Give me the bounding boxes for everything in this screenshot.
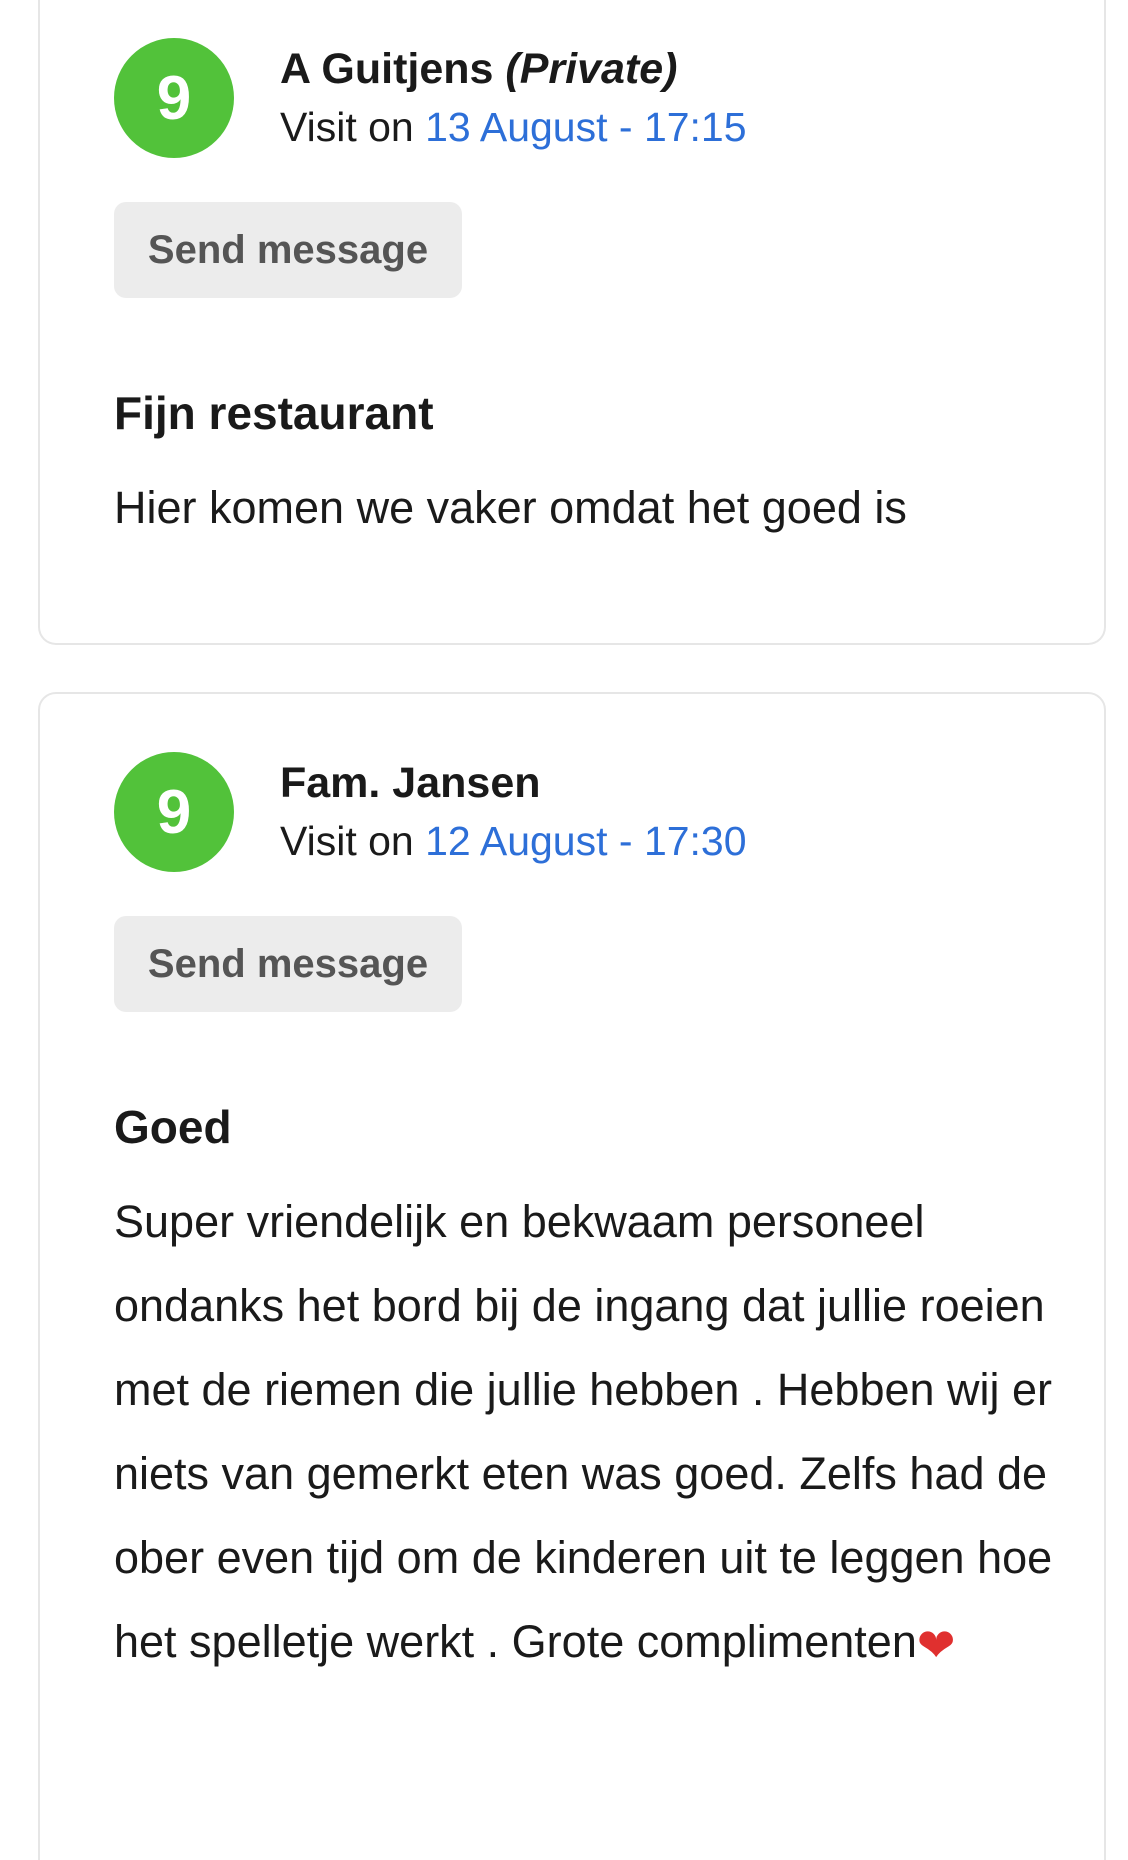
- review-body: Hier komen we vaker omdat het goed is: [114, 482, 907, 533]
- reviewer-info: Fam. Jansen Visit on 12 August - 17:30: [280, 754, 747, 870]
- score-badge: 9: [114, 38, 234, 158]
- review-header: 9 A Guitjens (Private) Visit on 13 Augus…: [114, 38, 747, 158]
- visit-line: Visit on 12 August - 17:30: [280, 812, 747, 870]
- review-card: 9 A Guitjens (Private) Visit on 13 Augus…: [38, 0, 1106, 645]
- reviewer-private-tag: (Private): [505, 45, 678, 93]
- visit-prefix: Visit on: [280, 818, 414, 864]
- heart-icon: ❤: [916, 1619, 956, 1672]
- send-message-button[interactable]: Send message: [114, 916, 462, 1012]
- send-message-button[interactable]: Send message: [114, 202, 462, 298]
- reviews-page: 9 A Guitjens (Private) Visit on 13 Augus…: [0, 0, 1128, 1860]
- reviewer-name-text: A Guitjens: [280, 45, 494, 93]
- review-title: Goed: [114, 1101, 232, 1153]
- reviewer-name-text: Fam. Jansen: [280, 759, 541, 807]
- review-card: 9 Fam. Jansen Visit on 12 August - 17:30…: [38, 692, 1106, 1860]
- visit-line: Visit on 13 August - 17:15: [280, 98, 747, 156]
- reviewer-name: Fam. Jansen: [280, 754, 747, 812]
- score-badge: 9: [114, 752, 234, 872]
- visit-date-link[interactable]: 13 August - 17:15: [425, 104, 746, 150]
- review-body: Super vriendelijk en bekwaam personeel o…: [114, 1180, 1054, 1684]
- reviewer-name: A Guitjens (Private): [280, 40, 747, 98]
- review-title: Fijn restaurant: [114, 387, 434, 439]
- reviewer-info: A Guitjens (Private) Visit on 13 August …: [280, 40, 747, 156]
- review-header: 9 Fam. Jansen Visit on 12 August - 17:30: [114, 752, 747, 872]
- visit-prefix: Visit on: [280, 104, 414, 150]
- visit-date-link[interactable]: 12 August - 17:30: [425, 818, 746, 864]
- review-body-text: Super vriendelijk en bekwaam personeel o…: [114, 1196, 1053, 1667]
